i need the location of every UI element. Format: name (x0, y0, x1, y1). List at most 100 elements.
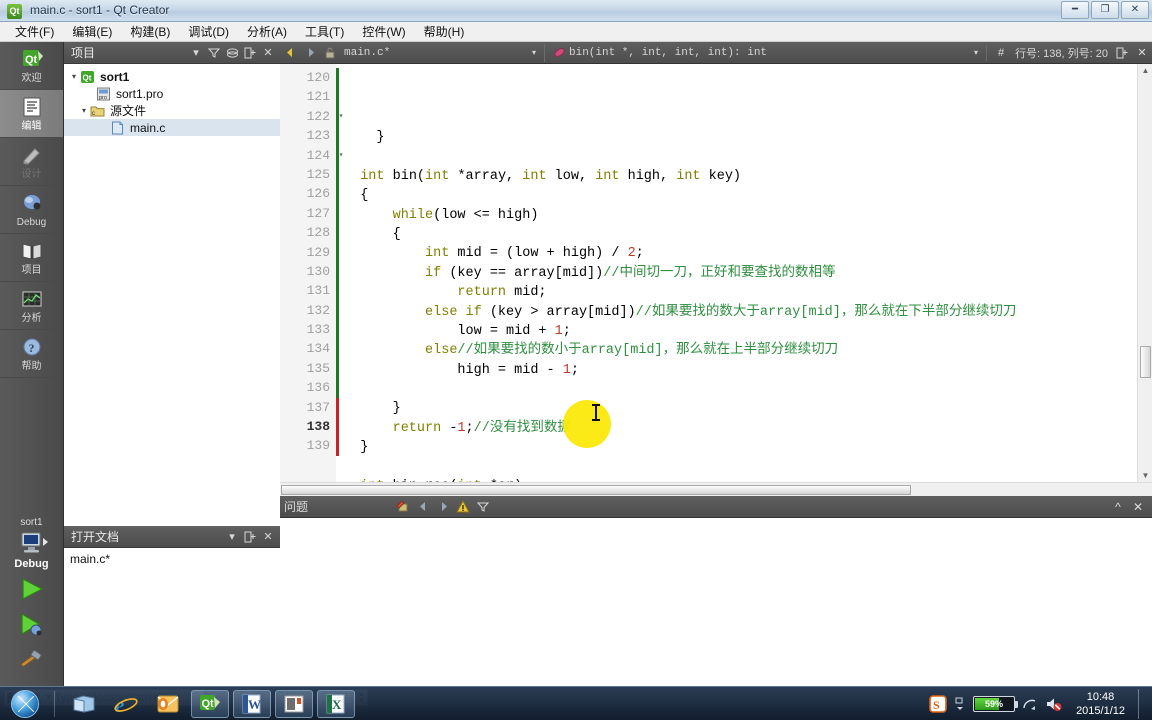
project-tree[interactable]: ▾ Qt sort1 pro sort1.pro ▾ c 源文件 main.c (64, 64, 280, 526)
close-icon[interactable]: ✕ (1121, 1, 1149, 19)
open-document-item[interactable]: main.c* (64, 550, 280, 567)
tree-item-pro-file[interactable]: pro sort1.pro (64, 85, 280, 102)
explorer-folder-icon[interactable] (65, 690, 103, 718)
cancel-build-icon[interactable] (394, 498, 412, 516)
volume-muted-icon[interactable] (1045, 696, 1063, 712)
menu-tools[interactable]: 工具(T) (296, 21, 353, 42)
code-line[interactable]: } (344, 128, 1137, 147)
minimize-icon[interactable]: ━ (1061, 1, 1089, 19)
code-line[interactable]: else if (key > array[mid])//如果要找的数大于arra… (344, 303, 1137, 322)
mode-analyze[interactable]: 分析 (0, 282, 63, 330)
unlocked-icon[interactable] (321, 44, 339, 62)
link-sync-icon[interactable] (224, 45, 240, 61)
close-icon[interactable]: ✕ (1133, 44, 1151, 62)
maximize-panel-icon[interactable]: ^ (1109, 498, 1127, 516)
chevron-down-icon[interactable]: ▾ (526, 48, 536, 57)
qt-creator-icon[interactable]: Qt (191, 689, 229, 718)
line-column-indicator[interactable]: 行号: 138, 列号: 20 (1011, 45, 1112, 61)
restore-icon[interactable]: ❐ (1091, 1, 1119, 19)
mode-welcome[interactable]: Qt 欢迎 (0, 42, 63, 90)
close-icon[interactable]: ✕ (1129, 498, 1147, 516)
sogou-ime-icon[interactable]: S (929, 694, 947, 713)
tray-overflow-icon[interactable] (954, 695, 966, 713)
code-line[interactable]: else//如果要找的数小于array[mid]，那么就在上半部分继续切刀 (344, 341, 1137, 360)
mode-help[interactable]: ? 帮助 (0, 330, 63, 378)
menu-file[interactable]: 文件(F) (6, 21, 63, 42)
network-icon[interactable] (1022, 697, 1038, 711)
code-line[interactable]: low = mid + 1; (344, 322, 1137, 341)
menu-build[interactable]: 构建(B) (121, 21, 179, 42)
nav-forward-icon[interactable] (301, 44, 319, 62)
scroll-down-icon[interactable]: ▼ (1141, 471, 1150, 480)
warning-icon[interactable] (454, 498, 472, 516)
split-icon[interactable] (1113, 44, 1131, 62)
prev-issue-icon[interactable] (414, 498, 432, 516)
scroll-up-icon[interactable]: ▲ (1141, 66, 1150, 75)
code-line[interactable]: { (344, 225, 1137, 244)
build-button[interactable] (12, 644, 52, 678)
show-desktop-button[interactable] (1138, 688, 1148, 719)
tree-item-sources-folder[interactable]: ▾ c 源文件 (64, 102, 280, 119)
powerpoint-icon[interactable] (275, 689, 313, 718)
tree-item-main-c[interactable]: main.c (64, 119, 280, 136)
tree-item-project[interactable]: ▾ Qt sort1 (64, 68, 280, 85)
code-line[interactable] (344, 380, 1137, 399)
mode-projects[interactable]: 项目 (0, 234, 63, 282)
filter-icon[interactable] (474, 498, 492, 516)
file-combo[interactable]: main.c* ▾ (340, 44, 540, 62)
next-issue-icon[interactable] (434, 498, 452, 516)
code-line[interactable]: } (344, 399, 1137, 418)
vertical-scroll-thumb[interactable] (1140, 346, 1151, 378)
code-line[interactable] (344, 147, 1137, 166)
close-icon[interactable]: ✕ (260, 45, 276, 61)
hash-icon[interactable]: # (992, 44, 1010, 62)
code-line[interactable]: return -1;//没有找到数据 (344, 419, 1137, 438)
mode-debug[interactable]: Debug (0, 186, 63, 234)
split-icon[interactable] (242, 45, 258, 61)
chevron-down-icon[interactable]: ▾ (224, 529, 240, 545)
menu-edit[interactable]: 编辑(E) (63, 21, 121, 42)
run-button[interactable] (12, 572, 52, 606)
filter-icon[interactable] (206, 45, 222, 61)
menu-help[interactable]: 帮助(H) (415, 21, 474, 42)
menu-analyze[interactable]: 分析(A) (238, 21, 296, 42)
outlook-icon[interactable] (149, 690, 187, 718)
menu-widgets[interactable]: 控件(W) (353, 21, 414, 42)
word-icon[interactable]: W (233, 689, 271, 718)
chevron-down-icon[interactable]: ▾ (68, 72, 80, 81)
mode-edit[interactable]: 编辑 (0, 90, 63, 138)
code-line[interactable]: high = mid - 1; (344, 361, 1137, 380)
editor-horizontal-scrollbar[interactable] (280, 482, 1152, 496)
battery-indicator[interactable]: 59% (973, 695, 1019, 712)
excel-icon[interactable]: X (317, 689, 355, 718)
code-line[interactable]: { (344, 186, 1137, 205)
debug-button[interactable] (12, 608, 52, 642)
code-line[interactable]: return mid; (344, 283, 1137, 302)
windows-start-orb-icon[interactable] (2, 689, 48, 719)
horizontal-scroll-thumb[interactable] (281, 485, 911, 495)
code-editor[interactable]: 120 121 122 ▾ 123 124 ▾ 125 126 127 128 129 130 131 13… (280, 64, 1152, 482)
code-line[interactable]: int mid = (low + high) / 2; (344, 244, 1137, 263)
code-text-area[interactable]: } int bin(int *array, int low, int high,… (336, 64, 1137, 482)
code-token: high, (619, 168, 677, 184)
kit-selector[interactable]: sort1 Debug (0, 513, 63, 686)
internet-explorer-icon[interactable]: e (107, 690, 145, 718)
chevron-down-icon[interactable]: ▾ (78, 106, 90, 115)
code-line[interactable] (344, 458, 1137, 477)
chevron-down-icon[interactable]: ▾ (968, 48, 978, 57)
edit-document-icon (19, 96, 45, 120)
issues-list[interactable] (280, 518, 1152, 686)
code-line[interactable]: } (344, 438, 1137, 457)
close-icon[interactable]: ✕ (260, 529, 276, 545)
split-icon[interactable] (242, 529, 258, 545)
taskbar-clock[interactable]: 10:48 2015/1/12 (1070, 690, 1131, 718)
nav-back-icon[interactable] (281, 44, 299, 62)
code-line[interactable]: if (key == array[mid])//中间切一刀，正好和要查找的数相等 (344, 264, 1137, 283)
code-line[interactable]: int bin(int *array, int low, int high, i… (344, 167, 1137, 186)
code-line[interactable]: while(low <= high) (344, 206, 1137, 225)
editor-vertical-scrollbar[interactable]: ▲ ▼ (1137, 64, 1152, 482)
chevron-down-icon[interactable]: ▾ (188, 45, 204, 61)
menu-debug[interactable]: 调试(D) (179, 21, 238, 42)
symbol-combo[interactable]: bin(int *, int, int, int): int ▾ (544, 43, 982, 62)
open-documents-list[interactable]: main.c* (64, 548, 280, 686)
